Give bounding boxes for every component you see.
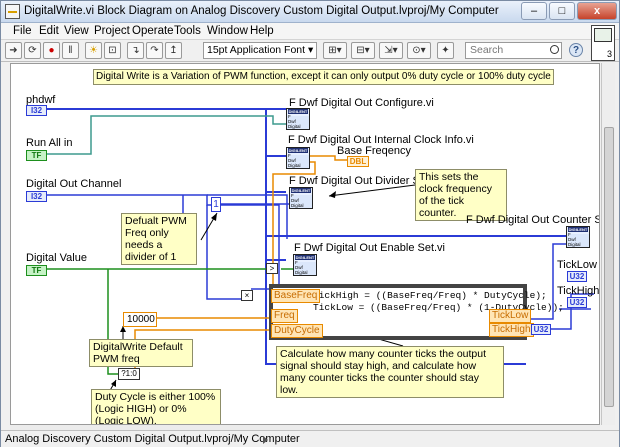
vi-icon-line: Digital (288, 124, 301, 129)
phdwf-control[interactable]: I32 (26, 105, 47, 116)
search-icon[interactable] (550, 45, 559, 54)
select-node[interactable]: ?1:0 (118, 368, 140, 380)
digilent-icon: DIGILENT (291, 188, 311, 193)
vi-icon-line: Digital (568, 242, 581, 247)
base-frequency-indicator[interactable]: DBL (347, 156, 369, 167)
vertical-scrollbar[interactable] (601, 63, 615, 425)
block-diagram[interactable]: Digital Write is a Variation of PWM func… (10, 63, 600, 425)
run-all-wire (47, 115, 286, 155)
multiply-node[interactable]: × (241, 290, 253, 301)
digital-value-control[interactable]: TF (26, 265, 47, 276)
maximize-button[interactable]: □ (549, 2, 575, 20)
greater-than-node[interactable]: > (266, 263, 278, 274)
vi-icon (5, 4, 20, 19)
counter-vi-node[interactable]: DIGILENT F Dwf Digital (566, 226, 590, 248)
run-arrow-icon[interactable]: ➜ (5, 42, 22, 59)
tickhigh-label: TickHigh (557, 285, 600, 297)
menu-tools[interactable]: Tools (174, 25, 201, 37)
digital-out-channel-control[interactable]: I32 (26, 191, 47, 202)
digital-out-channel-label: Digital Out Channel (26, 178, 122, 190)
tickhigh-indicator[interactable]: U32 (567, 297, 587, 308)
close-button[interactable]: x (577, 2, 617, 20)
menu-bar: File Edit View Project Operate Tools Win… (1, 23, 619, 40)
connector-count: 3 (606, 49, 612, 59)
vi-icon-line: Digital (291, 203, 304, 208)
counter-vi-label: F Dwf Digital Out Counter Set.vi (466, 214, 599, 226)
formula-input-freq[interactable]: Freq (271, 309, 298, 323)
configure-vi-label: F Dwf Digital Out Configure.vi (289, 97, 434, 109)
menu-help[interactable]: Help (250, 25, 274, 37)
menu-file[interactable]: File (13, 25, 32, 37)
digilent-icon: DIGILENT (568, 227, 588, 232)
u32-conversion-node[interactable]: U32 (531, 324, 551, 335)
vi-icon-line: Digital (288, 163, 301, 168)
distribute-objects-icon[interactable]: ⊟▾ (351, 42, 375, 59)
search-input[interactable]: Search (465, 42, 562, 59)
toolbar: ➜ ⟳ ● ‖ ☀ ⊡ ↴ ↷ ↥ 15pt Application Font … (1, 40, 619, 62)
run-all-control[interactable]: TF (26, 150, 47, 161)
vi-icon-thumbnail (594, 28, 612, 42)
divider-comment: Defualt PWM Freq only needs a divider of… (121, 213, 197, 265)
divider-vi-node[interactable]: DIGILENT F Dwf Digital (289, 187, 313, 209)
context-help-icon[interactable]: ? (569, 43, 583, 57)
chevron-down-icon: ▾ (308, 44, 314, 56)
enable-vi-label: F Dwf Digital Out Enable Set.vi (294, 242, 446, 254)
project-path: Analog Discovery Custom Digital Output.l… (5, 433, 300, 445)
formula-input-dutycycle[interactable]: DutyCycle (271, 324, 323, 338)
resize-objects-icon[interactable]: ⇲▾ (379, 42, 403, 59)
minimize-button[interactable]: – (521, 2, 547, 20)
menu-project[interactable]: Project (94, 25, 130, 37)
scrollbar-thumb[interactable] (604, 127, 614, 407)
run-continuously-icon[interactable]: ⟳ (24, 42, 41, 59)
divider-constant[interactable]: 1 (211, 197, 221, 212)
digital-value-label: Digital Value (26, 252, 87, 264)
title-bar: DigitalWrite.vi Block Diagram on Analog … (1, 1, 619, 23)
connector-pane[interactable]: 3 (591, 25, 615, 61)
step-over-icon[interactable]: ↷ (146, 42, 163, 59)
formula-output-ticklow[interactable]: TickLow (489, 309, 532, 323)
vi-icon-line: Digital (295, 270, 308, 275)
formula-output-tickhigh[interactable]: TickHigh (489, 323, 534, 337)
header-comment: Digital Write is a Variation of PWM func… (93, 69, 554, 85)
step-into-icon[interactable]: ↴ (127, 42, 144, 59)
formula-line-1[interactable]: TickHigh = ((BaseFreq/Freq) * DutyCycle)… (313, 290, 547, 302)
expand-arrow-icon[interactable] (263, 436, 268, 444)
menu-window[interactable]: Window (207, 25, 248, 37)
formula-input-basefreq[interactable]: BaseFreq (271, 289, 321, 303)
abort-icon[interactable]: ● (43, 42, 60, 59)
duty-cycle-comment: Duty Cycle is either 100% (Logic HIGH) o… (91, 389, 221, 424)
menu-edit[interactable]: Edit (39, 25, 59, 37)
digilent-icon: DIGILENT (288, 148, 308, 153)
reorder-icon[interactable]: ⊙▾ (407, 42, 431, 59)
freq-constant[interactable]: 10000 (123, 312, 157, 327)
enable-vi-node[interactable]: DIGILENT F Dwf Digital (293, 254, 317, 276)
retain-wire-values-icon[interactable]: ⊡ (104, 42, 121, 59)
digilent-icon: DIGILENT (295, 255, 315, 260)
menu-view[interactable]: View (64, 25, 89, 37)
pause-icon[interactable]: ‖ (62, 42, 79, 59)
align-objects-icon[interactable]: ⊞▾ (323, 42, 347, 59)
font-selector[interactable]: 15pt Application Font ▾ (203, 42, 317, 59)
configure-vi-node[interactable]: DIGILENT F Dwf Digital (286, 108, 310, 130)
run-all-label: Run All in (26, 137, 73, 149)
ticklow-label: TickLow (557, 259, 597, 271)
window-title: DigitalWrite.vi Block Diagram on Analog … (24, 5, 499, 17)
ticklow-indicator[interactable]: U32 (567, 271, 587, 282)
menu-operate[interactable]: Operate (132, 25, 174, 37)
step-out-icon[interactable]: ↥ (165, 42, 182, 59)
clock-info-vi-node[interactable]: DIGILENT F Dwf Digital (286, 147, 310, 169)
highlight-execution-icon[interactable]: ☀ (85, 42, 102, 59)
counter-comment: Calculate how many counter ticks the out… (276, 346, 504, 398)
status-bar: Analog Discovery Custom Digital Output.l… (1, 430, 619, 447)
cleanup-diagram-icon[interactable]: ✦ (437, 42, 454, 59)
labview-window: DigitalWrite.vi Block Diagram on Analog … (0, 0, 620, 447)
pwm-default-comment: DigitalWrite Default PWM freq (89, 339, 193, 367)
digilent-icon: DIGILENT (288, 109, 308, 114)
